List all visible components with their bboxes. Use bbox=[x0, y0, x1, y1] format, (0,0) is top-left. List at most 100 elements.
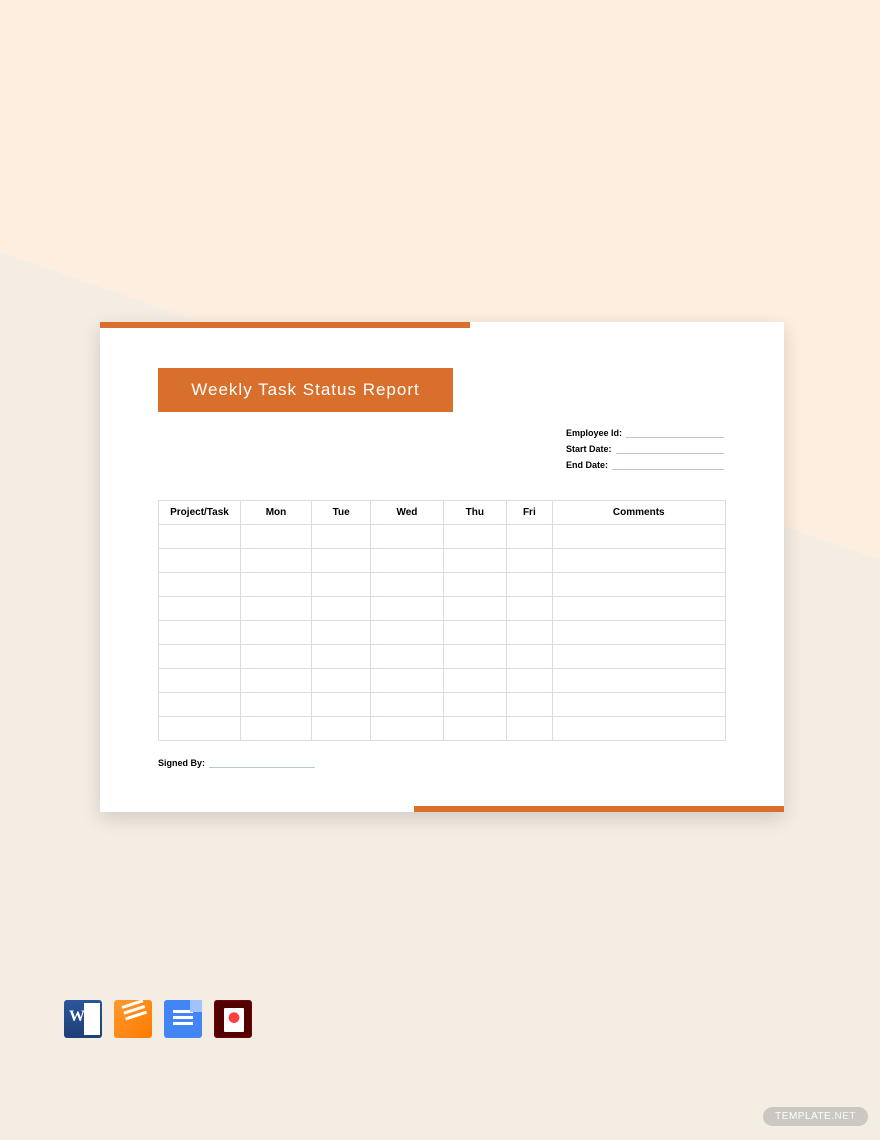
table-cell bbox=[507, 525, 552, 549]
document-preview: Weekly Task Status Report Employee Id: S… bbox=[100, 322, 784, 812]
table-row bbox=[159, 525, 726, 549]
table-cell bbox=[552, 573, 725, 597]
table-cell bbox=[443, 621, 507, 645]
table-cell bbox=[311, 693, 370, 717]
table-cell bbox=[552, 669, 725, 693]
table-cell bbox=[241, 717, 312, 741]
start-date-line bbox=[616, 444, 724, 454]
table-cell bbox=[507, 669, 552, 693]
employee-id-line bbox=[626, 428, 724, 438]
watermark-suffix: .NET bbox=[831, 1111, 856, 1122]
table-cell bbox=[371, 549, 443, 573]
employee-id-row: Employee Id: bbox=[566, 428, 724, 438]
col-wed: Wed bbox=[371, 501, 443, 525]
word-icon[interactable] bbox=[64, 1000, 102, 1038]
start-date-row: Start Date: bbox=[566, 444, 724, 454]
table-body bbox=[159, 525, 726, 741]
table-cell bbox=[311, 525, 370, 549]
table-cell bbox=[159, 669, 241, 693]
table-cell bbox=[552, 645, 725, 669]
table-cell bbox=[552, 597, 725, 621]
table-cell bbox=[371, 597, 443, 621]
table-cell bbox=[159, 597, 241, 621]
table-cell bbox=[159, 621, 241, 645]
table-row bbox=[159, 645, 726, 669]
table-cell bbox=[371, 573, 443, 597]
table-cell bbox=[371, 645, 443, 669]
table-cell bbox=[311, 621, 370, 645]
table-cell bbox=[241, 549, 312, 573]
table-header-row: Project/Task Mon Tue Wed Thu Fri Comment… bbox=[159, 501, 726, 525]
table-row bbox=[159, 549, 726, 573]
bottom-accent-bar bbox=[414, 806, 784, 812]
table-cell bbox=[159, 645, 241, 669]
table-cell bbox=[371, 717, 443, 741]
pdf-icon[interactable] bbox=[214, 1000, 252, 1038]
table-cell bbox=[507, 621, 552, 645]
table-cell bbox=[311, 645, 370, 669]
table-cell bbox=[552, 717, 725, 741]
col-project: Project/Task bbox=[159, 501, 241, 525]
table-row bbox=[159, 669, 726, 693]
table-row bbox=[159, 693, 726, 717]
table-cell bbox=[311, 549, 370, 573]
table-cell bbox=[507, 645, 552, 669]
table-cell bbox=[371, 669, 443, 693]
table-cell bbox=[241, 597, 312, 621]
table-cell bbox=[443, 717, 507, 741]
table-cell bbox=[159, 717, 241, 741]
table-cell bbox=[507, 717, 552, 741]
report-title: Weekly Task Status Report bbox=[158, 368, 453, 412]
table-row bbox=[159, 717, 726, 741]
watermark-badge: TEMPLATE.NET bbox=[763, 1107, 868, 1126]
table-cell bbox=[371, 525, 443, 549]
end-date-row: End Date: bbox=[566, 460, 724, 470]
table-cell bbox=[371, 621, 443, 645]
table-cell bbox=[311, 669, 370, 693]
end-date-line bbox=[612, 460, 724, 470]
table-cell bbox=[159, 549, 241, 573]
table-cell bbox=[159, 525, 241, 549]
table-cell bbox=[552, 525, 725, 549]
task-table: Project/Task Mon Tue Wed Thu Fri Comment… bbox=[158, 500, 726, 741]
table-cell bbox=[241, 621, 312, 645]
table-cell bbox=[241, 645, 312, 669]
table-cell bbox=[443, 525, 507, 549]
table-cell bbox=[311, 717, 370, 741]
table-row bbox=[159, 573, 726, 597]
table-cell bbox=[552, 621, 725, 645]
col-comments: Comments bbox=[552, 501, 725, 525]
table-cell bbox=[507, 573, 552, 597]
table-cell bbox=[507, 597, 552, 621]
signed-by-line bbox=[209, 758, 315, 768]
employee-id-label: Employee Id: bbox=[566, 428, 622, 438]
table-cell bbox=[311, 597, 370, 621]
table-cell bbox=[241, 669, 312, 693]
watermark-brand: TEMPLATE bbox=[775, 1111, 831, 1122]
table-cell bbox=[159, 693, 241, 717]
col-fri: Fri bbox=[507, 501, 552, 525]
table-cell bbox=[552, 693, 725, 717]
col-thu: Thu bbox=[443, 501, 507, 525]
table-cell bbox=[443, 597, 507, 621]
table-cell bbox=[443, 693, 507, 717]
table-cell bbox=[507, 549, 552, 573]
table-cell bbox=[507, 693, 552, 717]
end-date-label: End Date: bbox=[566, 460, 608, 470]
table-row bbox=[159, 597, 726, 621]
col-mon: Mon bbox=[241, 501, 312, 525]
table-cell bbox=[311, 573, 370, 597]
google-docs-icon[interactable] bbox=[164, 1000, 202, 1038]
start-date-label: Start Date: bbox=[566, 444, 612, 454]
table-cell bbox=[241, 693, 312, 717]
table-cell bbox=[552, 549, 725, 573]
table-cell bbox=[443, 573, 507, 597]
table-cell bbox=[241, 573, 312, 597]
table-row bbox=[159, 621, 726, 645]
table-cell bbox=[241, 525, 312, 549]
table-cell bbox=[159, 573, 241, 597]
top-accent-bar bbox=[100, 322, 470, 328]
signed-by-row: Signed By: bbox=[158, 758, 315, 768]
pages-icon[interactable] bbox=[114, 1000, 152, 1038]
table-cell bbox=[443, 549, 507, 573]
